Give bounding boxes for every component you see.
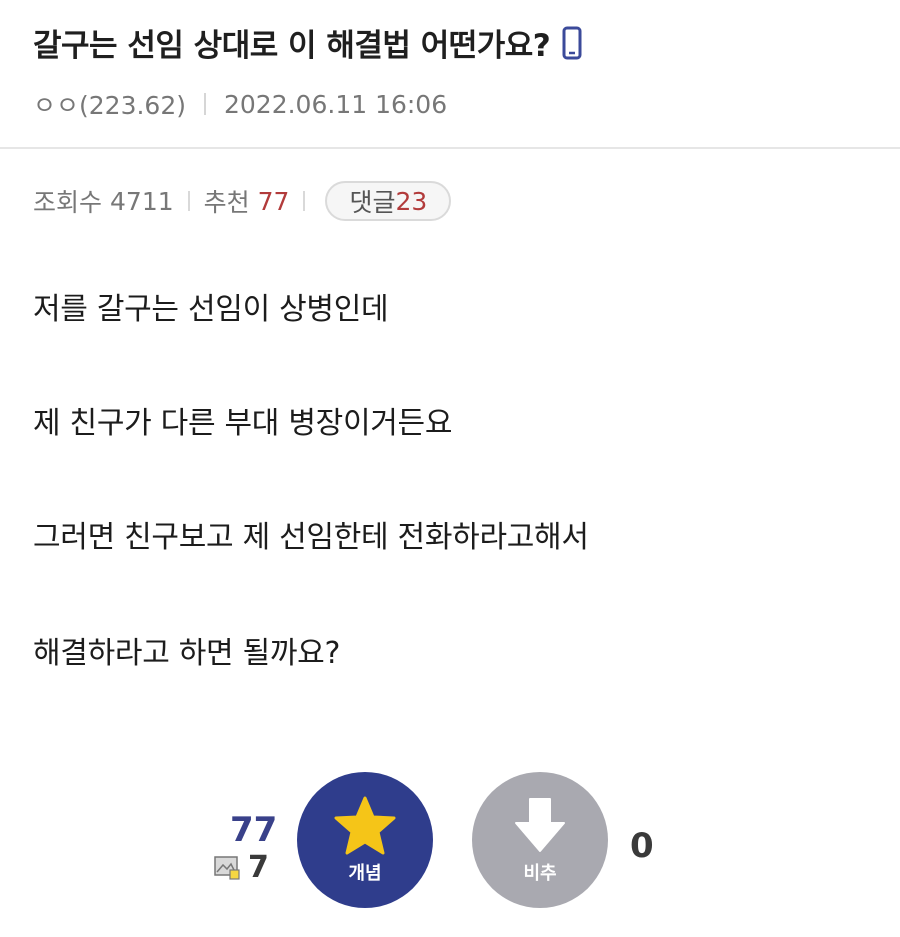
down-arrow-icon (515, 798, 565, 852)
views-label: 조회수 (33, 188, 103, 217)
post-title-text: 갈구는 선임 상대로 이 해결법 어떤가요? (33, 28, 551, 64)
image-vote-count: 7 (214, 850, 269, 885)
image-icon (214, 855, 240, 880)
comments-button[interactable]: 댓글 23 (325, 181, 452, 221)
comments-count: 23 (395, 186, 428, 216)
content-line: 해결하라고 하면 될까요? (33, 636, 341, 671)
comments-label: 댓글 (349, 188, 396, 217)
stats-divider (303, 191, 306, 211)
downvote-button[interactable]: 비추 (472, 772, 608, 908)
recommend-count: 77 (257, 186, 290, 216)
post-date: 2022.06.11 16:06 (223, 89, 448, 119)
downvote-count: 0 (630, 826, 654, 866)
upvote-label: 개념 (348, 863, 382, 884)
header-divider (0, 147, 900, 149)
image-vote-number: 7 (248, 850, 269, 885)
star-icon (334, 796, 396, 855)
content-line: 그러면 친구보고 제 선임한테 전화하라고해서 (33, 520, 589, 555)
post-header: 갈구는 선임 상대로 이 해결법 어떤가요? ㅇㅇ(223.62) 2022.0… (0, 0, 900, 148)
upvote-count: 77 (230, 810, 278, 850)
post-meta: ㅇㅇ(223.62) 2022.06.11 16:06 (33, 86, 447, 122)
upvote-button[interactable]: 개념 (297, 772, 433, 908)
mobile-phone-icon (562, 26, 582, 59)
content-line: 제 친구가 다른 부대 병장이거든요 (33, 406, 453, 441)
post-stats: 조회수 4711 추천 77 댓글 23 (33, 180, 452, 222)
stats-divider (187, 191, 190, 211)
vote-area: 77 7 개념 비추 0 (0, 770, 900, 910)
post-title: 갈구는 선임 상대로 이 해결법 어떤가요? (33, 20, 582, 65)
meta-divider (203, 93, 206, 115)
downvote-label: 비추 (523, 863, 557, 884)
content-line: 저를 갈구는 선임이 상병인데 (33, 292, 389, 327)
post-author[interactable]: ㅇㅇ(223.62) (33, 86, 186, 122)
views-count: 4711 (110, 186, 174, 216)
recommend-label: 추천 (203, 188, 250, 217)
